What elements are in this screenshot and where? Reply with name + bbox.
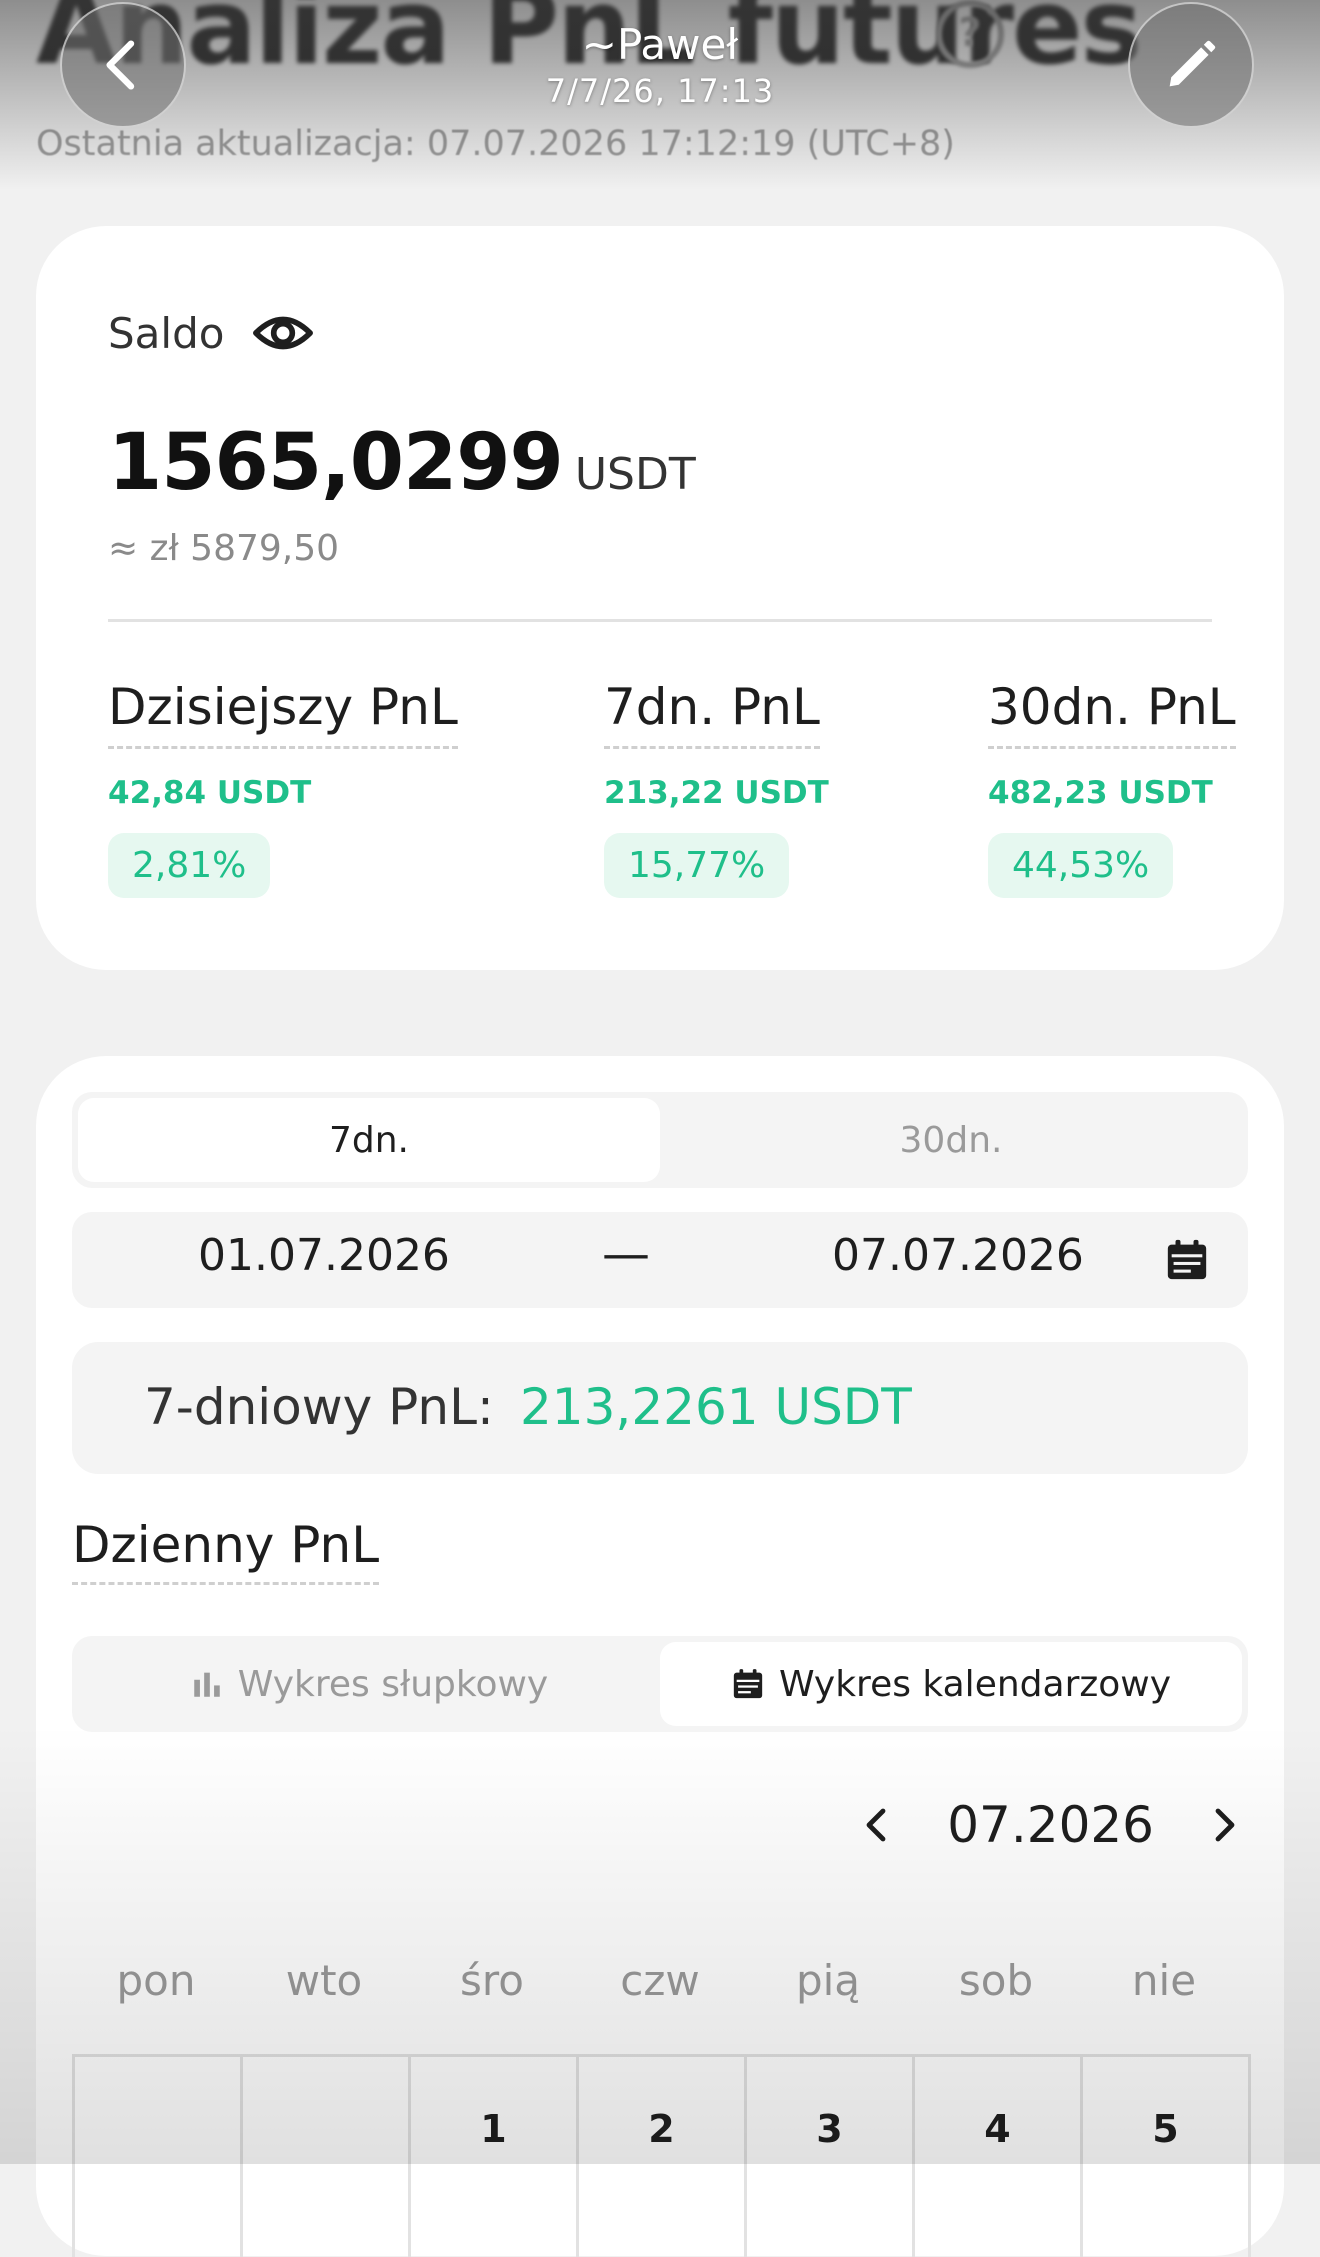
calendar-day-number: 2	[648, 2107, 675, 2151]
weekday-sat: sob	[958, 1956, 1034, 2005]
eye-icon[interactable]	[252, 302, 314, 364]
pnl-30d-percent: 44,53%	[988, 833, 1174, 898]
edit-button[interactable]	[1128, 2, 1254, 128]
story-user: ~Paweł	[581, 20, 739, 69]
calendar-day-cell[interactable]: 1	[411, 2057, 579, 2257]
date-range-picker[interactable]: 01.07.2026 — 07.07.2026	[72, 1212, 1248, 1308]
range-tabs: 7dn. 30dn.	[72, 1092, 1248, 1188]
calendar-day-cell	[75, 2057, 243, 2257]
weekday-fri: pią	[795, 1956, 861, 2005]
balance-approx: ≈ zł 5879,50	[108, 528, 340, 569]
pnl-today: Dzisiejszy PnL 42,84 USDT 2,81%	[108, 678, 458, 898]
saldo-row: Saldo	[108, 302, 314, 364]
tab-calendar-chart[interactable]: Wykres kalendarzowy	[660, 1642, 1242, 1726]
weekday-header: pon wto śro czw pią sob nie	[72, 1956, 1248, 2005]
tab-7d[interactable]: 7dn.	[78, 1098, 660, 1182]
tab-calendar-chart-label: Wykres kalendarzowy	[778, 1663, 1172, 1705]
chart-type-tabs: Wykres słupkowy Wykres kalendarzowy	[72, 1636, 1248, 1732]
weekday-thu: czw	[620, 1956, 700, 2005]
tab-30d[interactable]: 30dn.	[660, 1098, 1242, 1182]
story-time: 7/7/26, 17:13	[545, 72, 775, 110]
calendar-day-number: 1	[480, 2107, 507, 2151]
tab-bar-chart[interactable]: Wykres słupkowy	[78, 1642, 660, 1726]
saldo-label: Saldo	[108, 308, 225, 358]
pnl-7d-title[interactable]: 7dn. PnL	[604, 678, 820, 749]
pnl-today-title[interactable]: Dzisiejszy PnL	[108, 678, 458, 749]
pnl-30d-value: 482,23 USDT	[988, 775, 1213, 811]
pnl-7d-percent: 15,77%	[604, 833, 790, 898]
calendar-day-cell[interactable]: 2	[579, 2057, 747, 2257]
pnl-30d: 30dn. PnL 482,23 USDT 44,53%	[988, 678, 1236, 898]
pnl-7d-value: 213,22 USDT	[604, 775, 829, 811]
tab-bar-chart-label: Wykres słupkowy	[237, 1663, 549, 1705]
bar-chart-icon	[194, 1672, 220, 1697]
weekday-sun: nie	[1131, 1956, 1197, 2005]
edit-icon	[1169, 40, 1216, 87]
calendar-day-number: 3	[816, 2107, 843, 2151]
divider	[108, 619, 1212, 622]
calendar-day-cell[interactable]: 3	[747, 2057, 915, 2257]
pnl-today-percent: 2,81%	[108, 833, 271, 898]
calendar-grid: 1 2 3 4 5	[72, 2054, 1251, 2257]
date-from[interactable]: 01.07.2026	[198, 1230, 450, 1281]
last-updated: Ostatnia aktualizacja: 07.07.2026 17:12:…	[36, 124, 955, 164]
date-to[interactable]: 07.07.2026	[832, 1230, 1084, 1281]
chevron-right-icon[interactable]	[1200, 1801, 1248, 1849]
calendar-day-cell[interactable]: 5	[1083, 2057, 1251, 2257]
pnl-7d: 7dn. PnL 213,22 USDT 15,77%	[604, 678, 829, 898]
period-total: 7-dniowy PnL: 213,2261 USDT	[72, 1342, 1248, 1474]
pnl-details-card: 7dn. 30dn. 01.07.2026 — 07.07.2026 7-dni…	[36, 1056, 1284, 2257]
balance-card: Saldo 1565,0299 USDT ≈ zł 5879,50 Dzisiej…	[36, 226, 1284, 970]
period-total-value: 213,2261 USDT	[520, 1378, 912, 1436]
balance: 1565,0299 USDT	[108, 418, 696, 508]
month-navigator: 07.2026	[853, 1796, 1248, 1854]
balance-unit: USDT	[574, 449, 696, 500]
period-total-label: 7-dniowy PnL:	[144, 1378, 494, 1436]
calendar-icon[interactable]	[1164, 1236, 1210, 1284]
chevron-left-icon[interactable]	[853, 1801, 901, 1849]
calendar-icon	[733, 1669, 763, 1699]
weekday-mon: pon	[116, 1956, 196, 2005]
balance-value: 1565,0299	[108, 418, 564, 508]
pnl-today-value: 42,84 USDT	[108, 775, 312, 811]
month-label: 07.2026	[947, 1796, 1154, 1854]
daily-pnl-title[interactable]: Dzienny PnL	[72, 1516, 380, 1585]
weekday-wed: śro	[460, 1956, 524, 2005]
pnl-30d-title[interactable]: 30dn. PnL	[988, 678, 1236, 749]
date-separator: —	[602, 1226, 650, 1282]
calendar-day-cell[interactable]: 4	[915, 2057, 1083, 2257]
calendar-day-number: 4	[984, 2107, 1011, 2151]
weekday-tue: wto	[285, 1956, 363, 2005]
calendar-day-number: 5	[1152, 2107, 1179, 2151]
calendar-day-cell	[243, 2057, 411, 2257]
